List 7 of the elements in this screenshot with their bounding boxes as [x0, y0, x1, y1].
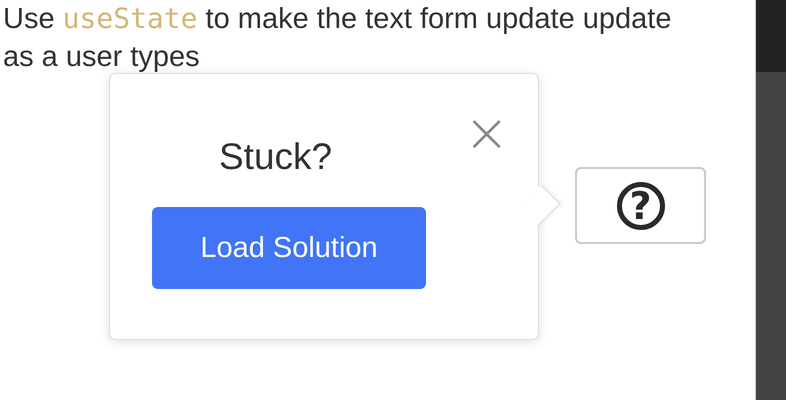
help-button[interactable]: ?	[575, 167, 706, 244]
load-solution-button[interactable]: Load Solution	[152, 207, 426, 289]
close-button[interactable]: ×	[464, 112, 506, 154]
scrollbar-thumb[interactable]	[756, 0, 786, 72]
instruction-text: Use useState to make the text form update update as a user types	[2, 1, 672, 75]
scrollbar[interactable]	[755, 0, 786, 400]
popover-title: Stuck?	[219, 135, 332, 179]
